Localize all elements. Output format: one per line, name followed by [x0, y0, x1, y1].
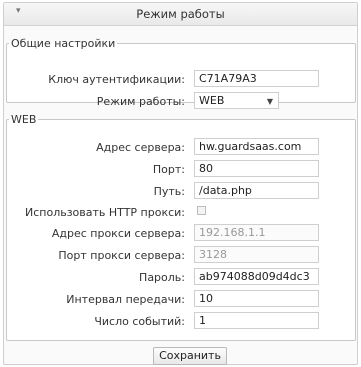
server-input[interactable]: hw.guardsaas.com: [194, 138, 319, 155]
proxy-port-label: Порт прокси сервера:: [58, 249, 185, 262]
mode-row: Режим работы: WEB ▼: [7, 92, 355, 110]
server-row: Адрес сервера: hw.guardsaas.com: [7, 138, 355, 156]
auth-key-input[interactable]: C71A79A3: [194, 70, 319, 87]
server-label: Адрес сервера:: [96, 141, 185, 154]
password-label: Пароль:: [139, 271, 185, 284]
auth-key-label: Ключ аутентификации:: [48, 73, 185, 86]
web-settings-legend: WEB: [11, 113, 37, 126]
save-button[interactable]: Сохранить: [153, 347, 227, 365]
proxy-address-input[interactable]: 192.168.1.1: [194, 224, 319, 241]
use-proxy-checkbox[interactable]: [197, 206, 206, 215]
mode-select[interactable]: WEB ▼: [194, 92, 279, 109]
mode-label: Режим работы:: [96, 95, 185, 108]
port-row: Порт: 80: [7, 160, 355, 178]
general-settings-group: Общие настройки Ключ аутентификации: C71…: [6, 37, 356, 109]
port-input[interactable]: 80: [194, 160, 319, 177]
interval-label: Интервал передачи:: [66, 293, 185, 306]
proxy-port-input[interactable]: 3128: [194, 246, 319, 263]
password-input[interactable]: ab974088d09d4dc3: [194, 268, 319, 285]
auth-key-row: Ключ аутентификации: C71A79A3: [7, 70, 355, 88]
mode-select-value: WEB: [199, 94, 225, 107]
interval-row: Интервал передачи: 10: [7, 290, 355, 308]
proxy-address-row: Адрес прокси сервера: 192.168.1.1: [7, 224, 355, 242]
port-label: Порт:: [152, 163, 185, 176]
settings-panel: ▾ Режим работы Общие настройки Ключ ауте…: [3, 2, 358, 365]
events-input[interactable]: 1: [194, 312, 319, 329]
panel-title: Режим работы: [136, 7, 225, 21]
panel-header: ▾ Режим работы: [4, 3, 357, 26]
interval-input[interactable]: 10: [194, 290, 319, 307]
events-label: Число событий:: [94, 315, 185, 328]
chevron-down-icon: ▼: [266, 97, 273, 106]
proxy-port-row: Порт прокси сервера: 3128: [7, 246, 355, 264]
use-proxy-row: Использовать HTTP прокси:: [7, 203, 355, 221]
use-proxy-label: Использовать HTTP прокси:: [25, 206, 185, 219]
events-row: Число событий: 1: [7, 312, 355, 330]
web-settings-group: WEB Адрес сервера: hw.guardsaas.com Порт…: [6, 113, 356, 341]
password-row: Пароль: ab974088d09d4dc3: [7, 268, 355, 286]
path-row: Путь: /data.php: [7, 182, 355, 200]
path-input[interactable]: /data.php: [194, 182, 319, 199]
path-label: Путь:: [153, 185, 185, 198]
proxy-address-label: Адрес прокси сервера:: [51, 227, 185, 240]
general-settings-legend: Общие настройки: [11, 37, 116, 50]
